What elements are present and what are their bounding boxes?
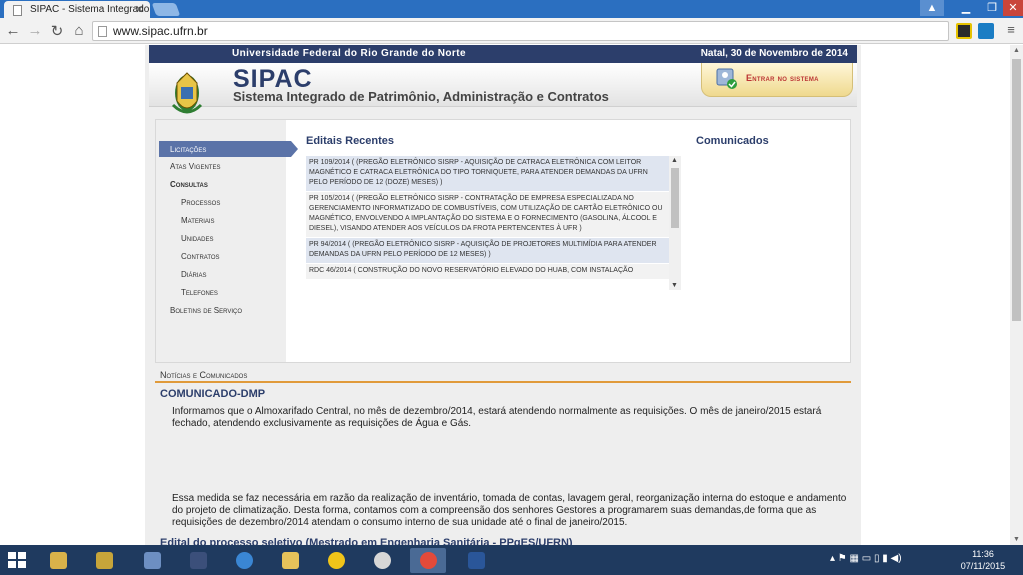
back-arrow-icon[interactable]: ← bbox=[4, 22, 22, 39]
file-explorer-icon[interactable] bbox=[272, 548, 308, 573]
internet-explorer-icon[interactable] bbox=[226, 548, 262, 573]
edital-text: PR 94/2014 ( (PREGÃO ELETRÔNICO SISRP - … bbox=[309, 241, 657, 258]
browser-tab[interactable]: SIPAC - Sistema Integrado ✕ bbox=[4, 1, 150, 18]
new-tab-button[interactable] bbox=[151, 3, 181, 16]
system-tray-icons[interactable]: ▴ ⚑ ▦ ▭ ▯ ▮ ◀) bbox=[830, 553, 902, 564]
comunicados-title: Comunicados bbox=[696, 135, 769, 147]
taskbar-app-terminal[interactable] bbox=[180, 548, 216, 573]
news-paragraph: Informamos que o Almoxarifado Central, n… bbox=[172, 406, 822, 429]
list-item[interactable]: PR 109/2014 ( (PREGÃO ELETRÔNICO SISRP -… bbox=[306, 156, 681, 192]
address-text: www.sipac.ufrn.br bbox=[113, 24, 208, 38]
edital-text: RDC 46/2014 ( CONSTRUÇÃO DO NOVO RESERVA… bbox=[309, 267, 634, 274]
scroll-thumb[interactable] bbox=[671, 168, 679, 228]
menu-item-contratos[interactable]: Contratos bbox=[181, 252, 220, 261]
menu-item-licitacoes[interactable]: Licitações bbox=[159, 141, 298, 157]
tab-title: SIPAC - Sistema Integrado bbox=[30, 4, 150, 15]
address-bar[interactable]: www.sipac.ufrn.br bbox=[92, 21, 949, 41]
menu-item-atas-vigentes[interactable]: Atas Vigentes bbox=[170, 162, 220, 171]
page-scrollbar[interactable]: ▲ ▼ bbox=[1010, 45, 1023, 545]
taskbar-app-network[interactable] bbox=[134, 548, 170, 573]
list-item[interactable]: PR 105/2014 ( (PREGÃO ELETRÔNICO SISRP -… bbox=[306, 192, 681, 238]
taskbar-app-books[interactable] bbox=[86, 548, 122, 573]
web-page: Universidade Federal do Rio Grande do No… bbox=[0, 45, 1010, 545]
menu-item-materiais[interactable]: Materiais bbox=[181, 216, 215, 225]
reload-icon[interactable]: ↻ bbox=[48, 22, 66, 40]
scroll-down-icon[interactable]: ▼ bbox=[671, 282, 678, 289]
list-item[interactable]: RDC 46/2014 ( CONSTRUÇÃO DO NOVO RESERVA… bbox=[306, 264, 681, 281]
scroll-thumb[interactable] bbox=[1012, 59, 1021, 321]
university-name: Universidade Federal do Rio Grande do No… bbox=[232, 48, 466, 59]
chrome-icon[interactable] bbox=[410, 548, 446, 573]
menu-item-diarias[interactable]: Diárias bbox=[181, 270, 206, 279]
forward-arrow-icon[interactable]: → bbox=[26, 22, 44, 39]
login-button[interactable]: Entrar no sistema bbox=[701, 63, 853, 97]
close-window-button[interactable]: ✕ bbox=[1003, 0, 1023, 16]
page-frame: Universidade Federal do Rio Grande do No… bbox=[145, 45, 861, 545]
menu-icon[interactable]: ≡ bbox=[1002, 22, 1020, 37]
taskbar-app-notes[interactable] bbox=[40, 548, 76, 573]
page-icon bbox=[13, 5, 22, 16]
editais-title: Editais Recentes bbox=[306, 135, 395, 147]
maximize-button[interactable]: ❐ bbox=[979, 0, 1005, 16]
taskbar-clock[interactable]: 11:36 07/11/2015 bbox=[958, 548, 1008, 572]
menu-item-telefones[interactable]: Telefones bbox=[181, 288, 218, 297]
current-date: Natal, 30 de Novembro de 2014 bbox=[700, 48, 848, 59]
extension-icon[interactable] bbox=[978, 23, 994, 39]
menu-item-processos[interactable]: Processos bbox=[181, 198, 220, 207]
site-subtitle: Sistema Integrado de Patrimônio, Adminis… bbox=[233, 89, 609, 104]
extension-icon[interactable] bbox=[956, 23, 972, 39]
taskbar-app-clock[interactable] bbox=[364, 548, 400, 573]
user-icon[interactable]: ▲ bbox=[920, 0, 944, 16]
scroll-down-icon[interactable]: ▼ bbox=[1013, 536, 1020, 543]
windows-taskbar: ▴ ⚑ ▦ ▭ ▯ ▮ ◀) 11:36 07/11/2015 bbox=[0, 545, 1023, 575]
windows-start-icon[interactable] bbox=[8, 552, 26, 568]
browser-toolbar: ← → ↻ ⌂ www.sipac.ufrn.br ≡ bbox=[0, 18, 1023, 44]
editais-list: PR 109/2014 ( (PREGÃO ELETRÔNICO SISRP -… bbox=[306, 156, 681, 290]
news-title: Edital do processo seletivo (Mestrado em… bbox=[160, 537, 573, 545]
sidebar-menu: Licitações Atas Vigentes Consultas Proce… bbox=[156, 120, 298, 362]
home-icon[interactable]: ⌂ bbox=[70, 22, 88, 39]
menu-item-unidades[interactable]: Unidades bbox=[181, 234, 213, 243]
menu-item-consultas[interactable]: Consultas bbox=[170, 180, 208, 189]
ufrn-crest-logo bbox=[171, 72, 203, 114]
site-header: SIPAC Sistema Integrado de Patrimônio, A… bbox=[149, 63, 857, 114]
taskbar-app-check[interactable] bbox=[318, 548, 354, 573]
login-label: Entrar no sistema bbox=[746, 73, 819, 83]
clock-time: 11:36 bbox=[972, 549, 994, 559]
scroll-up-icon[interactable]: ▲ bbox=[671, 157, 678, 164]
list-item[interactable]: PR 94/2014 ( (PREGÃO ELETRÔNICO SISRP - … bbox=[306, 238, 681, 264]
editais-scrollbar[interactable]: ▲ ▼ bbox=[669, 156, 681, 290]
minimize-button[interactable]: ▁ bbox=[953, 0, 979, 16]
page-icon bbox=[98, 26, 107, 37]
word-icon[interactable] bbox=[458, 548, 494, 573]
top-bar: Universidade Federal do Rio Grande do No… bbox=[149, 45, 857, 63]
main-panel: Licitações Atas Vigentes Consultas Proce… bbox=[155, 119, 851, 363]
edital-text: PR 105/2014 ( (PREGÃO ELETRÔNICO SISRP -… bbox=[309, 195, 663, 232]
noticias-section-label: Notícias e Comunicados bbox=[160, 370, 248, 380]
close-tab-icon[interactable]: ✕ bbox=[135, 3, 144, 16]
section-divider bbox=[155, 381, 851, 383]
menu-item-boletins[interactable]: Boletins de Serviço bbox=[170, 306, 242, 315]
scroll-up-icon[interactable]: ▲ bbox=[1013, 47, 1020, 54]
edital-text: PR 109/2014 ( (PREGÃO ELETRÔNICO SISRP -… bbox=[309, 159, 648, 186]
login-user-icon bbox=[716, 68, 737, 89]
clock-date: 07/11/2015 bbox=[960, 561, 1006, 571]
news-paragraph: Essa medida se faz necessária em razão d… bbox=[172, 493, 847, 528]
news-title: COMUNICADO-DMP bbox=[160, 388, 266, 400]
browser-tab-strip: SIPAC - Sistema Integrado ✕ ▲ ▁ ❐ ✕ bbox=[0, 0, 1023, 18]
